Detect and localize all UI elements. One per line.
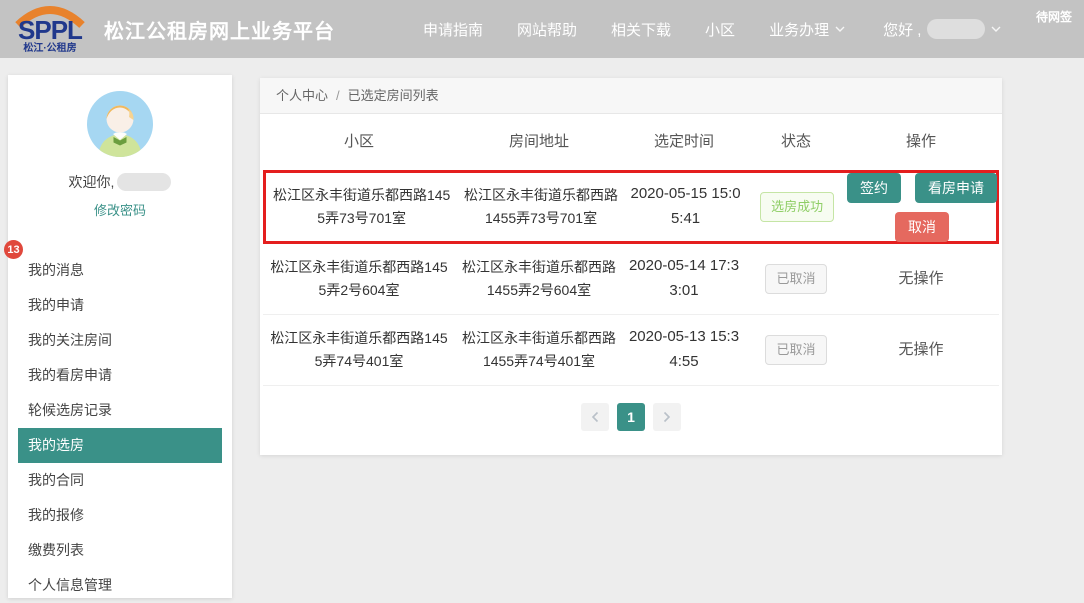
table-row: 松江区永丰街道乐都西路1455弄73号701室 松江区永丰街道乐都西路1455弄… (263, 170, 999, 244)
no-action-label: 无操作 (898, 267, 943, 292)
breadcrumb-current: 已选定房间列表 (348, 78, 439, 113)
sign-contract-button[interactable]: 签约 (847, 173, 901, 203)
table-row: 松江区永丰街道乐都西路1455弄2号604室 松江区永丰街道乐都西路1455弄2… (263, 244, 999, 315)
community-cell: 松江区永丰街道乐都西路1455弄73号701室 (266, 184, 457, 230)
nav-application-guide[interactable]: 申请指南 (423, 19, 483, 40)
status-cell: 选房成功 (746, 192, 848, 222)
sidebar-item-my-viewing-requests[interactable]: 我的看房申请 (18, 358, 222, 393)
col-header-status: 状态 (745, 130, 847, 155)
sidebar-item-waitlist-records[interactable]: 轮候选房记录 (18, 393, 222, 428)
nav-business-menu[interactable]: 业务办理 (769, 19, 845, 40)
redacted-username (117, 173, 171, 191)
chevron-right-icon (663, 411, 671, 423)
breadcrumb-separator: / (336, 78, 340, 113)
greeting-label: 您好 , (883, 19, 921, 40)
main-content-card: 个人中心 / 已选定房间列表 小区 房间地址 选定时间 状态 操作 松江区永丰街… (260, 78, 1002, 455)
community-cell: 松江区永丰街道乐都西路1455弄74号401室 (263, 327, 455, 373)
sidebar-item-my-applications[interactable]: 我的申请 (18, 288, 222, 323)
actions-cell: 无操作 (847, 267, 995, 292)
sidebar-menu: 13 我的消息 我的申请 我的关注房间 我的看房申请 轮候选房记录 我的选房 我… (8, 253, 232, 603)
room-address-cell: 松江区永丰街道乐都西路1455弄2号604室 (455, 256, 623, 302)
pagination-prev-button[interactable] (581, 403, 609, 431)
room-address-cell: 松江区永丰街道乐都西路1455弄74号401室 (455, 327, 623, 373)
nav-communities[interactable]: 小区 (705, 19, 735, 40)
col-header-address: 房间地址 (455, 130, 623, 155)
status-badge: 选房成功 (760, 192, 834, 222)
selected-rooms-table: 小区 房间地址 选定时间 状态 操作 松江区永丰街道乐都西路1455弄73号70… (260, 114, 1002, 386)
sidebar-item-payment-list[interactable]: 缴费列表 (18, 533, 222, 568)
pagination-next-button[interactable] (653, 403, 681, 431)
actions-cell: 无操作 (847, 338, 995, 363)
svg-text:松江·公租房: 松江·公租房 (23, 41, 76, 54)
redacted-username (927, 19, 985, 39)
welcome-text: 欢迎你, (69, 172, 115, 192)
sidebar-item-my-room-selection[interactable]: 我的选房 (18, 428, 222, 463)
svg-text:SPPL: SPPL (18, 15, 83, 45)
col-header-community: 小区 (263, 130, 455, 155)
change-password-link[interactable]: 修改密码 (8, 200, 232, 219)
status-cell: 已取消 (745, 335, 847, 365)
chevron-left-icon (591, 411, 599, 423)
col-header-selected-time: 选定时间 (623, 130, 745, 155)
table-header-row: 小区 房间地址 选定时间 状态 操作 (263, 114, 999, 170)
user-account-menu[interactable]: 您好 , (883, 19, 1001, 40)
pending-esign-link[interactable]: 待网签 (1036, 8, 1072, 25)
sidebar-item-my-followed-rooms[interactable]: 我的关注房间 (18, 323, 222, 358)
breadcrumb-personal-center[interactable]: 个人中心 (276, 78, 328, 113)
table-row: 松江区永丰街道乐都西路1455弄74号401室 松江区永丰街道乐都西路1455弄… (263, 315, 999, 386)
col-header-actions: 操作 (847, 130, 995, 155)
top-header: SPPL 松江·公租房 松江公租房网上业务平台 申请指南 网站帮助 相关下载 小… (0, 0, 1084, 58)
sidebar-item-my-messages[interactable]: 我的消息 (18, 253, 222, 288)
status-cell: 已取消 (745, 264, 847, 294)
selected-time-cell: 2020-05-15 15:05:41 (625, 182, 747, 232)
cancel-button[interactable]: 取消 (895, 212, 949, 242)
selected-time-cell: 2020-05-13 15:34:55 (623, 325, 745, 375)
viewing-request-button[interactable]: 看房申请 (915, 173, 997, 203)
unread-count-badge: 13 (4, 240, 23, 259)
sidebar-item-my-repairs[interactable]: 我的报修 (18, 498, 222, 533)
nav-site-help[interactable]: 网站帮助 (517, 19, 577, 40)
status-badge: 已取消 (765, 264, 826, 294)
nav-downloads[interactable]: 相关下载 (611, 19, 671, 40)
profile-block: 欢迎你, 修改密码 (8, 75, 232, 219)
selected-time-cell: 2020-05-14 17:33:01 (623, 254, 745, 304)
chevron-down-icon (835, 26, 845, 32)
no-action-label: 无操作 (898, 338, 943, 363)
breadcrumb: 个人中心 / 已选定房间列表 (260, 78, 1002, 114)
site-title: 松江公租房网上业务平台 (104, 15, 335, 44)
sidebar-item-my-contracts[interactable]: 我的合同 (18, 463, 222, 498)
actions-cell: 签约 看房申请 取消 (848, 173, 996, 242)
top-nav: 申请指南 网站帮助 相关下载 小区 业务办理 (423, 19, 845, 40)
sidebar: 欢迎你, 修改密码 13 我的消息 我的申请 我的关注房间 我的看房申请 轮候选… (8, 75, 232, 598)
pagination: 1 (260, 403, 1002, 431)
user-avatar (87, 91, 153, 157)
chevron-down-icon (991, 26, 1001, 32)
community-cell: 松江区永丰街道乐都西路1455弄2号604室 (263, 256, 455, 302)
pagination-page-1[interactable]: 1 (617, 403, 645, 431)
sppl-logo[interactable]: SPPL 松江·公租房 (10, 4, 90, 54)
status-badge: 已取消 (765, 335, 826, 365)
room-address-cell: 松江区永丰街道乐都西路1455弄73号701室 (457, 184, 624, 230)
